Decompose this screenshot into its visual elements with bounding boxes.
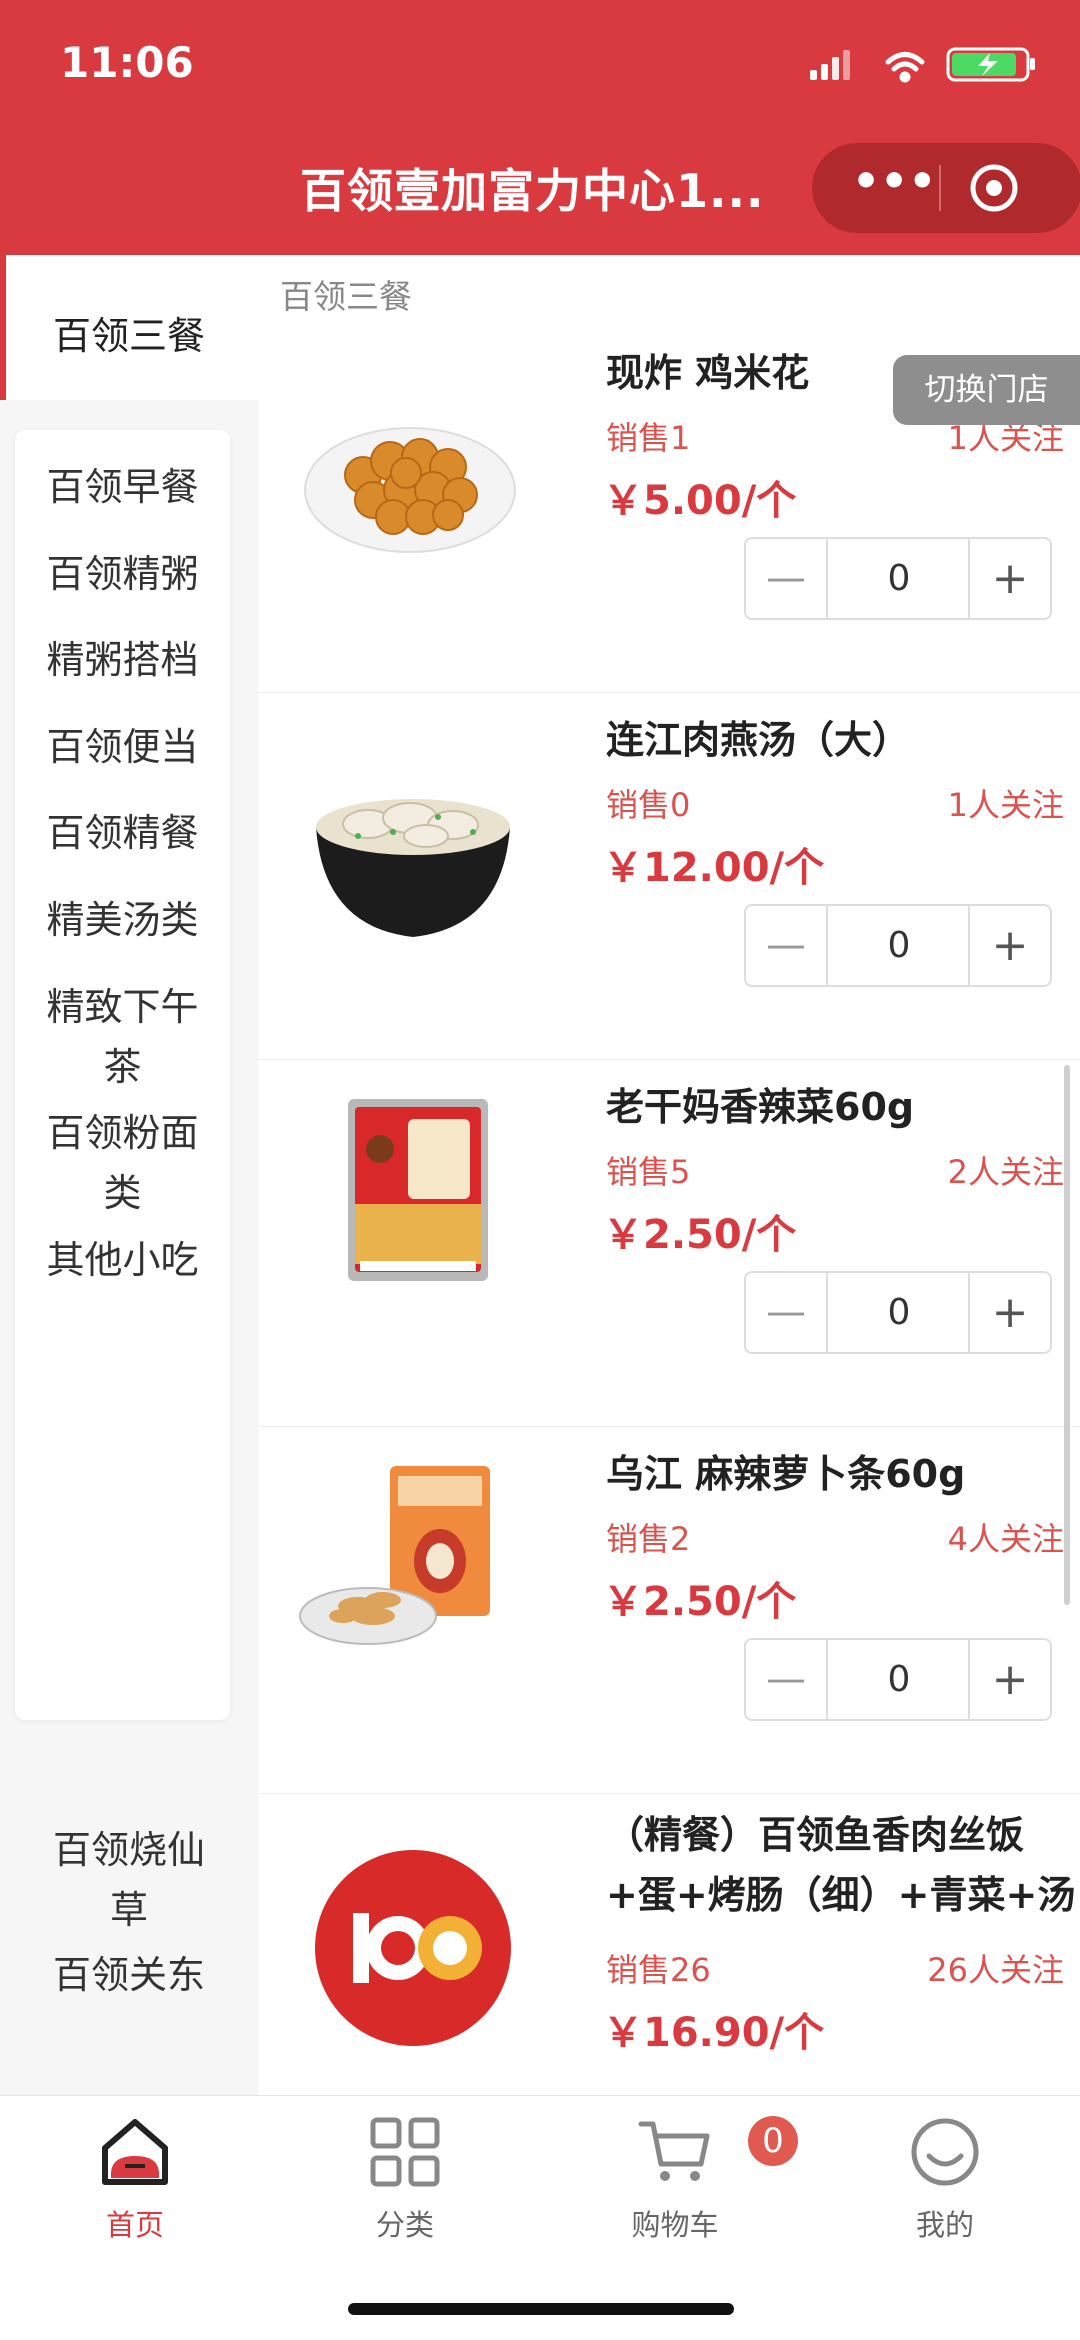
- product-sales: 销售2: [606, 1520, 691, 1558]
- submenu-item[interactable]: 百领便当: [15, 717, 230, 777]
- minus-button[interactable]: —: [746, 1273, 828, 1352]
- product-price: ￥5.00/个: [603, 478, 797, 524]
- more-dots-icon[interactable]: •••: [852, 160, 936, 209]
- product-image-spicy-vegetable-pack: [348, 1099, 488, 1281]
- product-name: 连江肉燕汤（大）: [606, 718, 911, 762]
- product-card[interactable]: （精餐）百领鱼香肉丝饭 +蛋+烤肠（细）+青菜+汤 销售26 26人关注 ￥16…: [258, 1793, 1080, 2095]
- product-name: 现炸 鸡米花: [606, 351, 810, 395]
- quantity-value[interactable]: 0: [826, 1273, 972, 1352]
- product-price: ￥12.00/个: [603, 845, 825, 891]
- section-label: 百领三餐: [280, 277, 412, 316]
- quantity-stepper: — 0 +: [744, 1271, 1052, 1354]
- battery-icon: [946, 47, 1035, 82]
- submenu-item[interactable]: 其他小吃: [15, 1230, 230, 1290]
- submenu-item[interactable]: 精致下午 茶: [15, 977, 230, 1097]
- quantity-stepper: — 0 +: [744, 1638, 1052, 1721]
- product-name: 老干妈香辣菜60g: [606, 1085, 915, 1129]
- quantity-value[interactable]: 0: [826, 1640, 972, 1719]
- home-icon: [102, 2119, 168, 2185]
- quantity-stepper: — 0 +: [744, 537, 1052, 620]
- quantity-stepper: — 0 +: [744, 904, 1052, 987]
- product-follow-count: 1人关注: [947, 786, 1064, 824]
- app-header: 11:06 百领壹加富力中心1... •••: [0, 0, 1080, 255]
- switch-store-button[interactable]: 切换门店: [893, 355, 1080, 425]
- plus-button[interactable]: +: [968, 539, 1050, 618]
- minus-button[interactable]: —: [746, 539, 828, 618]
- product-image-popcorn-chicken: [304, 427, 516, 553]
- product-price: ￥2.50/个: [603, 1212, 797, 1258]
- minus-button[interactable]: —: [746, 906, 828, 985]
- submenu-item[interactable]: 精美汤类: [15, 890, 230, 950]
- tab-label: 首页: [105, 2208, 164, 2242]
- scrollbar[interactable]: [1064, 1065, 1070, 1605]
- category-sidebar: 百领三餐 百领早餐 百领精粥 精粥搭档 百领便当 百领精餐 精美汤类 精致下午 …: [0, 255, 258, 2095]
- product-sales: 销售26: [606, 1951, 711, 1989]
- product-follow-count: 4人关注: [947, 1520, 1064, 1558]
- submenu-item[interactable]: 精粥搭档: [15, 630, 230, 690]
- home-indicator: [348, 2303, 734, 2315]
- product-image-brand-logo-100: [315, 1850, 511, 2046]
- submenu-item[interactable]: 百领粉面 类: [15, 1103, 230, 1223]
- product-price: ￥16.90/个: [603, 2010, 825, 2056]
- tab-home[interactable]: 首页: [0, 2114, 270, 2244]
- plus-button[interactable]: +: [968, 906, 1050, 985]
- tab-category[interactable]: 分类: [270, 2114, 540, 2244]
- submenu-item[interactable]: 百领精餐: [15, 803, 230, 863]
- smile-icon: [911, 2118, 979, 2186]
- product-follow-count: 2人关注: [947, 1153, 1064, 1191]
- tab-label: 我的: [915, 2208, 974, 2242]
- plus-button[interactable]: +: [968, 1273, 1050, 1352]
- tab-label: 购物车: [631, 2208, 719, 2242]
- product-sales: 销售5: [606, 1153, 691, 1191]
- plus-button[interactable]: +: [968, 1640, 1050, 1719]
- sidebar-item[interactable]: 百领烧仙 草: [0, 1820, 258, 1940]
- sidebar-item[interactable]: 百领关东: [0, 1945, 258, 2005]
- submenu-item[interactable]: 百领早餐: [15, 457, 230, 517]
- cart-icon: [638, 2121, 710, 2181]
- product-sales: 销售1: [606, 419, 691, 457]
- capsule-divider: [939, 165, 941, 211]
- status-icons: [810, 47, 1035, 83]
- minus-button[interactable]: —: [746, 1640, 828, 1719]
- quantity-value[interactable]: 0: [826, 539, 972, 618]
- submenu-item[interactable]: 百领精粥: [15, 544, 230, 604]
- page-title: 百领壹加富力中心1...: [300, 164, 765, 218]
- grid-icon: [370, 2117, 440, 2187]
- sidebar-submenu: 百领早餐 百领精粥 精粥搭档 百领便当 百领精餐 精美汤类 精致下午 茶 百领粉…: [15, 430, 230, 1720]
- tab-label: 分类: [375, 2208, 434, 2242]
- quantity-value[interactable]: 0: [826, 906, 972, 985]
- signal-icon: [810, 50, 850, 80]
- product-name: （精餐）百领鱼香肉丝饭 +蛋+烤肠（细）+青菜+汤: [606, 1813, 1076, 1917]
- product-sales: 销售0: [606, 786, 691, 824]
- tab-profile[interactable]: 我的: [810, 2114, 1080, 2244]
- cart-badge: 0: [748, 2116, 798, 2166]
- product-follow-count: 26人关注: [927, 1951, 1064, 1989]
- product-price: ￥2.50/个: [603, 1579, 797, 1625]
- mini-program-capsule: •••: [812, 143, 1080, 233]
- product-image-radish-strips-pack: [299, 1466, 490, 1645]
- status-time: 11:06: [60, 38, 194, 87]
- sidebar-item-active[interactable]: 百领三餐: [0, 255, 258, 400]
- wifi-icon: [885, 52, 925, 83]
- product-card[interactable]: 连江肉燕汤（大） 销售0 1人关注 ￥12.00/个 — 0 +: [258, 692, 1080, 1060]
- product-card[interactable]: 老干妈香辣菜60g 销售5 2人关注 ￥2.50/个 — 0 +: [258, 1059, 1080, 1427]
- product-image-wonton-soup: [316, 799, 510, 937]
- product-card[interactable]: 乌江 麻辣萝卜条60g 销售2 4人关注 ￥2.50/个 — 0 +: [258, 1426, 1080, 1794]
- product-name: 乌江 麻辣萝卜条60g: [606, 1452, 966, 1496]
- sidebar-item-label: 百领三餐: [52, 314, 205, 358]
- target-circle-icon[interactable]: [969, 163, 1019, 213]
